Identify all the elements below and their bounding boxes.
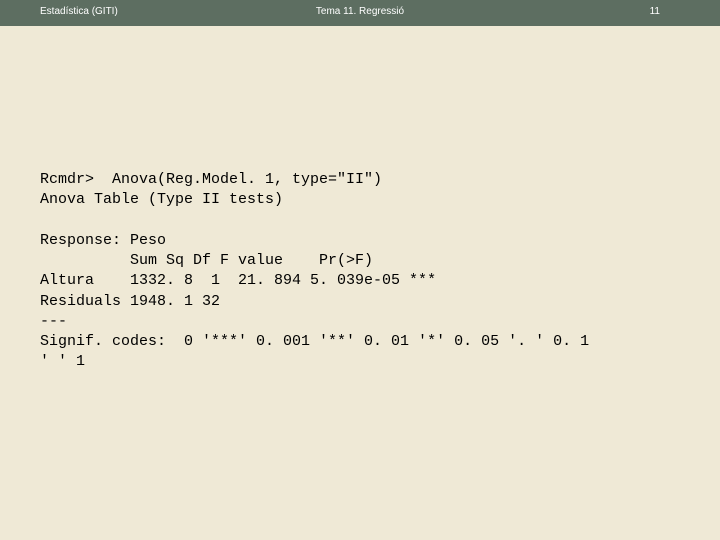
header-center: Tema 11. Regressió: [0, 6, 720, 17]
code-block: Rcmdr> Anova(Reg.Model. 1, type="II") An…: [40, 170, 680, 373]
header-page-number: 11: [650, 6, 660, 17]
code-line: ' ' 1: [40, 353, 85, 370]
code-line: Sum Sq Df F value Pr(>F): [40, 252, 373, 269]
code-line: Signif. codes: 0 '***' 0. 001 '**' 0. 01…: [40, 333, 589, 350]
code-line: Residuals 1948. 1 32: [40, 293, 220, 310]
code-line: Response: Peso: [40, 232, 166, 249]
header-bar: Estadística (GITI) Tema 11. Regressió 11: [0, 0, 720, 26]
slide: Estadística (GITI) Tema 11. Regressió 11…: [0, 0, 720, 540]
code-line: ---: [40, 313, 67, 330]
code-line: Rcmdr> Anova(Reg.Model. 1, type="II"): [40, 171, 382, 188]
code-line: Altura 1332. 8 1 21. 894 5. 039e-05 ***: [40, 272, 436, 289]
code-line: Anova Table (Type II tests): [40, 191, 283, 208]
